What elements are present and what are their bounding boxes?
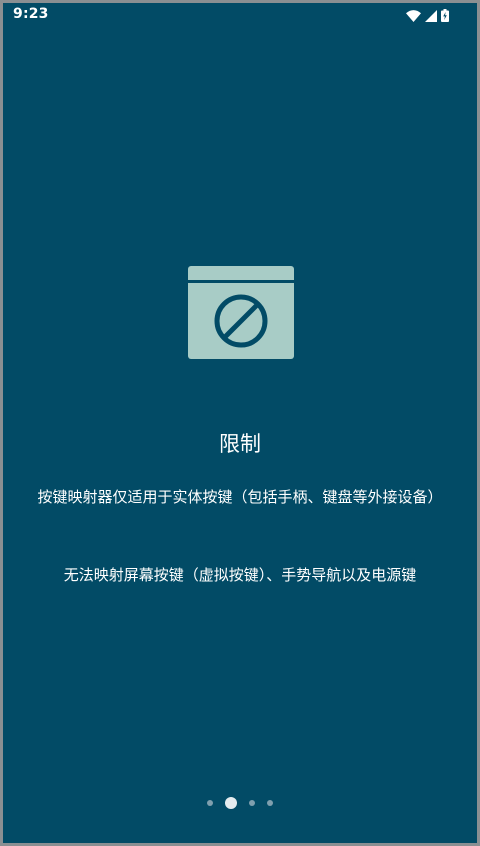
description-physical-keys: 按键映射器仅适用于实体按键（包括手柄、键盘等外接设备）: [37, 488, 443, 506]
page-dot[interactable]: [249, 800, 255, 806]
page-title: 限制: [219, 432, 261, 456]
blocked-window-icon: [188, 266, 294, 359]
page-indicator[interactable]: [3, 795, 477, 811]
onboarding-screen: 9:23 限制 按键映射器仅适用于实体按键（包括手柄、键盘等外接设备） 无法映射…: [3, 3, 477, 843]
page-dot[interactable]: [207, 800, 213, 806]
wifi-icon: [406, 9, 421, 22]
page-dot[interactable]: [267, 800, 273, 806]
battery-charging-icon: [441, 9, 449, 22]
status-time: 9:23: [13, 6, 49, 22]
cellular-signal-icon: [425, 9, 437, 22]
page-dot[interactable]: [225, 797, 237, 809]
description-limitations: 无法映射屏幕按键（虚拟按键）、手势导航以及电源键: [63, 566, 417, 584]
status-icons: [406, 9, 449, 22]
status-bar: 9:23: [3, 3, 477, 29]
